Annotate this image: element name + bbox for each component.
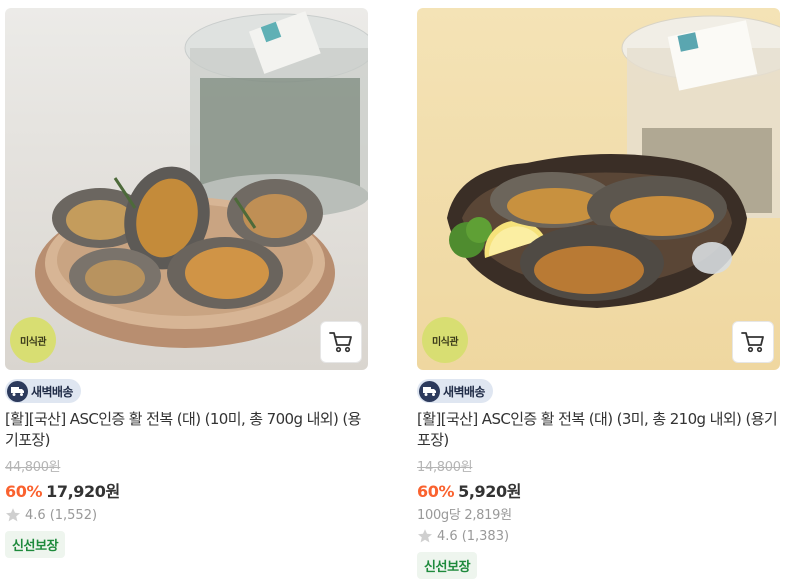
cart-icon: [741, 332, 764, 353]
sale-price: 17,920원: [46, 482, 120, 501]
unit-price: 100g당 2,819원: [417, 508, 512, 523]
product-name[interactable]: [활][국산] ASC인증 활 전복 (대) (10미, 총 700g 내외) …: [5, 409, 368, 451]
discount-rate: 60%: [5, 482, 43, 501]
review-count: (1,383): [461, 528, 510, 544]
cart-icon: [329, 332, 352, 353]
abalone-on-plate-photo: [5, 8, 368, 370]
delivery-truck-icon: [7, 380, 28, 402]
freshness-guarantee-tag: 신선보장: [417, 552, 478, 579]
rating: 4.6 (1,383): [417, 528, 780, 544]
rating: 4.6 (1,552): [5, 507, 368, 523]
gourmet-badge: 미식관: [422, 317, 468, 363]
original-price: 44,800원: [5, 460, 61, 475]
sale-price: 5,920원: [458, 482, 522, 501]
price-line: 60% 17,920원: [5, 478, 368, 502]
dawn-delivery-badge: 새벽배송: [5, 379, 81, 403]
add-to-cart-button[interactable]: [732, 321, 774, 363]
original-price: 14,800원: [417, 460, 473, 475]
freshness-guarantee-tag: 신선보장: [5, 531, 66, 558]
abalone-in-bowl-photo: [417, 8, 780, 370]
discount-rate: 60%: [417, 482, 455, 501]
rating-score: 4.6: [437, 528, 458, 544]
product-thumbnail[interactable]: 미식관: [417, 8, 780, 370]
price-line: 60% 5,920원: [417, 478, 780, 502]
product-thumbnail[interactable]: 미식관: [5, 8, 368, 370]
product-card[interactable]: 미식관 새벽배송 [활][국산] ASC인증 활 전복 (대) (10미, 총 …: [5, 8, 368, 558]
delivery-label: 새벽배송: [31, 384, 73, 399]
star-icon: [6, 508, 20, 522]
gourmet-badge: 미식관: [10, 317, 56, 363]
product-card[interactable]: 미식관 새벽배송 [활][국산] ASC인증 활 전복 (대) (3미, 총 2…: [417, 8, 780, 579]
delivery-truck-icon: [419, 380, 440, 402]
rating-score: 4.6: [25, 507, 46, 523]
add-to-cart-button[interactable]: [320, 321, 362, 363]
review-count: (1,552): [49, 507, 98, 523]
dawn-delivery-badge: 새벽배송: [417, 379, 493, 403]
delivery-label: 새벽배송: [443, 384, 485, 399]
product-name[interactable]: [활][국산] ASC인증 활 전복 (대) (3미, 총 210g 내외) (…: [417, 409, 780, 451]
star-icon: [418, 529, 432, 543]
